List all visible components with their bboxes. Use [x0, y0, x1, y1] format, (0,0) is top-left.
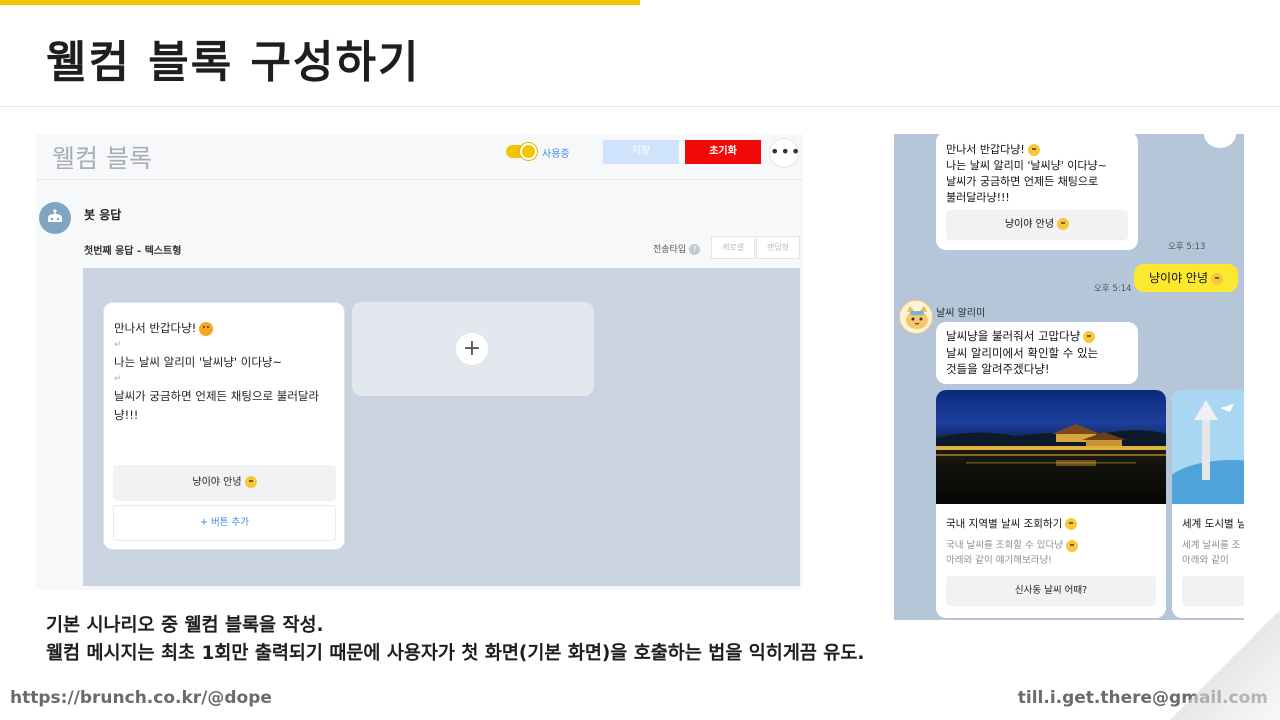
- timestamp: 오후 5:14: [1094, 284, 1132, 294]
- add-response-card[interactable]: +: [352, 302, 594, 396]
- robot-icon: [48, 209, 62, 222]
- title-divider: [0, 106, 1280, 107]
- cat-emoji-icon: [1065, 539, 1078, 552]
- editor-header: 웰컴 블록 사용중 저장 초기화 •••: [36, 134, 803, 180]
- toggle-label: 사용중: [542, 149, 570, 160]
- slide-caption: 기본 시나리오 중 웰컴 블록을 작성. 웰컴 메시지는 최초 1회만 출력되기…: [46, 612, 864, 668]
- carousel-card-domestic[interactable]: 국내 지역별 날씨 조회하기 국내 날씨를 조회할 수 있다냥 아래와 같이 얘…: [936, 390, 1166, 618]
- chat-top-button[interactable]: [1204, 134, 1236, 148]
- world-landmark-image: [1172, 390, 1244, 504]
- card-line-1: 만나서 반갑다냥!: [114, 321, 197, 335]
- line-break-marker: ↵: [114, 340, 122, 350]
- card-message[interactable]: 만나서 반갑다냥! ↵ 나는 날씨 알리미 '날씨냥' 이다냥~ ↵ 날씨가 궁…: [114, 319, 338, 425]
- block-title: 웰컴 블록: [52, 144, 152, 173]
- card-line-3: 날씨가 궁금하면 언제든 채팅으로 불러달라냥!!!: [114, 389, 320, 422]
- reply-line-2: 날씨 알리미에서 확인할 수 있는: [946, 345, 1099, 360]
- carousel-desc-line-2: 아래와 같이 얘기해보라냥!: [946, 555, 1052, 566]
- cat-face-icon: [906, 306, 928, 329]
- bot-avatar: [39, 202, 71, 234]
- accent-bar: [0, 0, 640, 5]
- save-button[interactable]: 저장: [603, 140, 679, 164]
- reset-button[interactable]: 초기화: [685, 140, 761, 164]
- chat-quick-reply-label: 냥이야 안녕: [1004, 219, 1055, 230]
- smile-emoji-icon: [1065, 518, 1078, 530]
- welcome-line-2: 나는 날씨 알리미 '날씨냥' 이다냥~: [946, 159, 1107, 172]
- user-message-text: 냥이야 안녕: [1148, 271, 1208, 285]
- bot-name: 날씨 알리미: [936, 308, 986, 319]
- carousel-card-title: 세계 도시별 날: [1182, 518, 1244, 530]
- slide: 웰컴 블록 구성하기 웰컴 블록 사용중 저장 초기화 ••• 봇 응답 첫번째…: [0, 0, 1280, 720]
- caption-line-1: 기본 시나리오 중 웰컴 블록을 작성.: [46, 615, 324, 636]
- text-response-card[interactable]: 만나서 반갑다냥! ↵ 나는 날씨 알리미 '날씨냥' 이다냥~ ↵ 날씨가 궁…: [103, 302, 345, 550]
- timestamp: 오후 5:13: [1168, 242, 1206, 252]
- add-button-button[interactable]: + 버튼 추가: [113, 505, 336, 541]
- footer-brunch-link[interactable]: https://brunch.co.kr/@dope: [10, 688, 272, 708]
- user-message-bubble: 냥이야 안녕: [1134, 264, 1238, 292]
- card-line-2: 나는 날씨 알리미 '날씨냥' 이다냥~: [114, 355, 283, 369]
- response-canvas: 만나서 반갑다냥! ↵ 나는 날씨 알리미 '날씨냥' 이다냥~ ↵ 날씨가 궁…: [83, 268, 800, 586]
- carousel-card-world[interactable]: 세계 도시별 날 세계 날씨를 조 아래와 같이: [1172, 390, 1244, 618]
- send-type-text: 전송타입: [653, 245, 687, 255]
- chat-quick-reply-button[interactable]: 냥이야 안녕: [946, 210, 1128, 240]
- carousel-card-button[interactable]: 신사동 날씨 어때?: [946, 576, 1156, 606]
- quick-reply-label: 냥이야 안녕: [192, 477, 242, 488]
- chat-preview: 만나서 반갑다냥! 나는 날씨 알리미 '날씨냥' 이다냥~ 날씨가 궁금하면 …: [894, 134, 1244, 620]
- caption-line-2: 웰컴 메시지는 최초 1회만 출력되기 때문에 사용자가 첫 화면(기본 화면)…: [46, 643, 865, 664]
- carousel-card-description: 세계 날씨를 조 아래와 같이: [1182, 538, 1240, 568]
- welcome-block-editor: 웰컴 블록 사용중 저장 초기화 ••• 봇 응답 첫번째 응답 - 텍스트형 …: [36, 134, 803, 590]
- send-type-carousel-option[interactable]: 케로셀: [711, 236, 755, 259]
- carousel-card-title: 국내 지역별 날씨 조회하기: [946, 516, 1078, 531]
- cat-emoji-icon: [199, 321, 214, 336]
- carousel-card-button[interactable]: [1182, 576, 1244, 606]
- quick-reply-button[interactable]: 냥이야 안녕: [113, 465, 336, 501]
- carousel-card-description: 국내 날씨를 조회할 수 있다냥 아래와 같이 얘기해보라냥!: [946, 538, 1078, 568]
- response-type-label: 첫번째 응답 - 텍스트형: [84, 246, 182, 257]
- cat-emoji-icon: [1027, 144, 1040, 156]
- welcome-line-1: 만나서 반갑다냥!: [946, 143, 1025, 156]
- hug-emoji-icon: [1211, 272, 1223, 285]
- plus-icon[interactable]: +: [456, 333, 488, 365]
- toggle-knob: [520, 143, 537, 160]
- welcome-line-3: 날씨가 궁금하면 언제든 채팅으로: [946, 175, 1099, 188]
- active-toggle[interactable]: [506, 143, 537, 160]
- cat-emoji-icon: [1083, 330, 1096, 343]
- bot-response-label: 봇 응답: [84, 208, 122, 222]
- carousel-title-text: 국내 지역별 날씨 조회하기: [946, 518, 1063, 530]
- bot-profile-avatar[interactable]: [899, 300, 933, 334]
- hug-emoji-icon: [1057, 218, 1070, 230]
- hug-emoji-icon: [244, 476, 257, 488]
- send-type-random-option[interactable]: 랜덤형: [756, 236, 800, 259]
- carousel-desc-line-1: 국내 날씨를 조회할 수 있다냥: [946, 540, 1063, 551]
- carousel-desc-line-1: 세계 날씨를 조: [1182, 540, 1241, 551]
- slide-title: 웰컴 블록 구성하기: [46, 37, 421, 88]
- carousel-desc-line-2: 아래와 같이: [1182, 555, 1229, 566]
- reply-line-3: 것들을 알려주겠다냥!: [946, 362, 1050, 376]
- help-icon[interactable]: ?: [689, 244, 701, 255]
- night-palace-image: [936, 390, 1166, 504]
- bot-reply-text: 날씨냥을 불러줘서 고맙다냥 날씨 알리미에서 확인할 수 있는 것들을 알려주…: [946, 328, 1138, 378]
- more-options-button[interactable]: •••: [769, 138, 800, 168]
- reply-line-1: 날씨냥을 불러줘서 고맙다냥: [946, 329, 1081, 343]
- bot-reply-bubble: 날씨냥을 불러줘서 고맙다냥 날씨 알리미에서 확인할 수 있는 것들을 알려주…: [936, 322, 1138, 384]
- line-break-marker: ↵: [114, 374, 122, 384]
- welcome-message-text: 만나서 반갑다냥! 나는 날씨 알리미 '날씨냥' 이다냥~ 날씨가 궁금하면 …: [946, 142, 1130, 206]
- welcome-line-4: 불러달라냥!!!: [946, 191, 1010, 204]
- page-curl-decoration: [1170, 610, 1280, 720]
- welcome-message-bubble: 만나서 반갑다냥! 나는 날씨 알리미 '날씨냥' 이다냥~ 날씨가 궁금하면 …: [936, 134, 1138, 250]
- send-type-label: 전송타입?: [653, 242, 701, 255]
